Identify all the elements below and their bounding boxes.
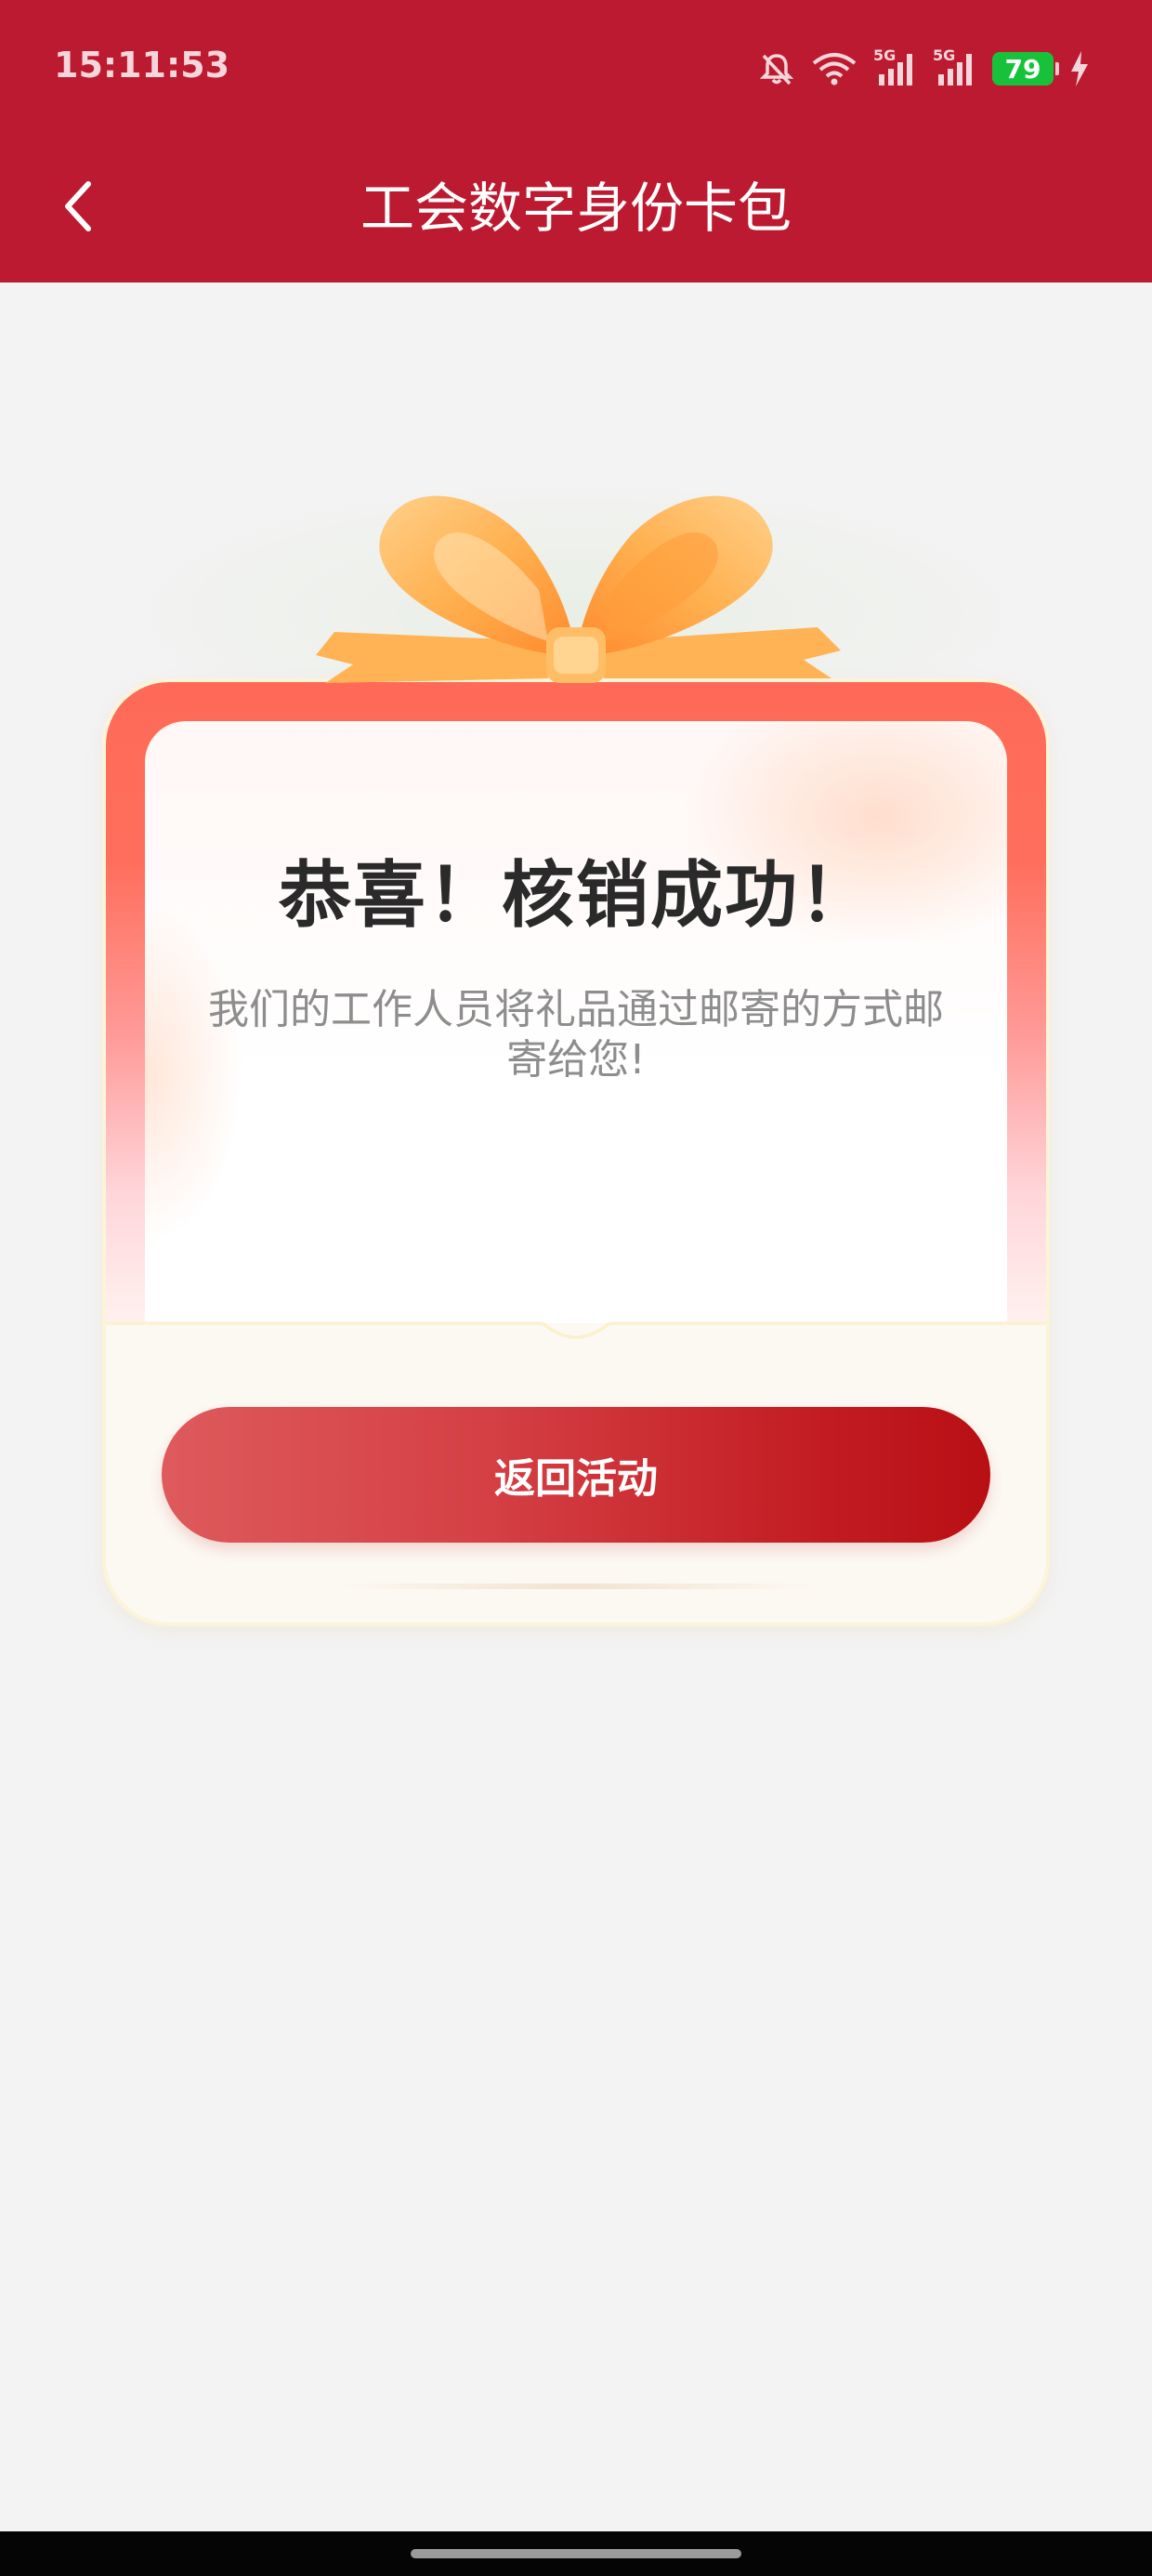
success-title: 恭喜！核销成功！ [278,854,873,938]
wifi-icon [810,50,858,87]
signal-5g-icon: 5G [933,46,977,87]
charging-icon [1068,49,1091,88]
success-message: 我们的工作人员将礼品通过邮寄的方式邮寄给您! [208,986,944,1084]
card-divider [338,1584,814,1589]
page-title: 工会数字身份卡包 [360,177,792,240]
battery-level: 79 [1004,53,1041,85]
home-indicator[interactable] [411,2549,741,2558]
battery-icon: 79 [992,52,1059,85]
status-time: 15:11:53 [54,45,230,85]
app-header: 15:11:53 5G 5G 79 工会数字身份卡包 [0,0,1152,283]
signal-5g-icon: 5G [873,46,918,87]
system-navigation-bar [0,2531,1152,2576]
network-type-label: 5G [933,46,956,64]
status-icons: 5G 5G 79 [758,46,1091,91]
gift-ribbon-icon [316,495,841,683]
card-notch [106,1321,1046,1388]
network-type-label: 5G [873,46,897,64]
return-to-activity-button[interactable]: 返回活动 [162,1407,990,1543]
success-card: 恭喜！核销成功！ 我们的工作人员将礼品通过邮寄的方式邮寄给您! 返回活动 [102,678,1050,1626]
bell-muted-icon [758,50,795,87]
